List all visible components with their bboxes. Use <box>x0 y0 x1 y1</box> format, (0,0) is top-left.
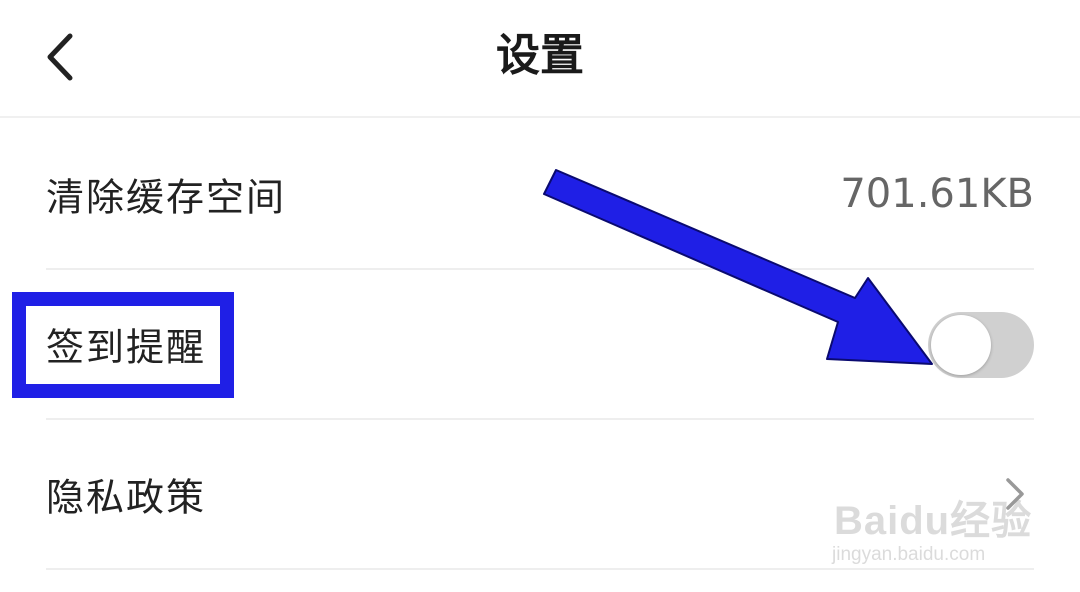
checkin-reminder-toggle[interactable] <box>928 312 1034 378</box>
baidu-jingyan-watermark: Baidu经验 jingyan.baidu.com <box>826 470 1056 580</box>
clear-cache-label: 清除缓存空间 <box>46 175 287 220</box>
toggle-knob <box>931 315 991 375</box>
settings-page: 设置 清除缓存空间 701.61KB 签到提醒 隐私政策 Baidu经验 jin… <box>0 0 1080 592</box>
page-title: 设置 <box>496 30 584 81</box>
top-bar: 设置 <box>0 0 1080 118</box>
highlight-box-annotation <box>12 292 234 398</box>
watermark-logo: Baidu经验 <box>834 499 1033 543</box>
setting-row-clear-cache[interactable]: 清除缓存空间 701.61KB <box>46 120 1034 270</box>
watermark-url: jingyan.baidu.com <box>832 544 986 565</box>
cache-size-value: 701.61KB <box>840 171 1034 217</box>
privacy-policy-label: 隐私政策 <box>46 475 207 520</box>
